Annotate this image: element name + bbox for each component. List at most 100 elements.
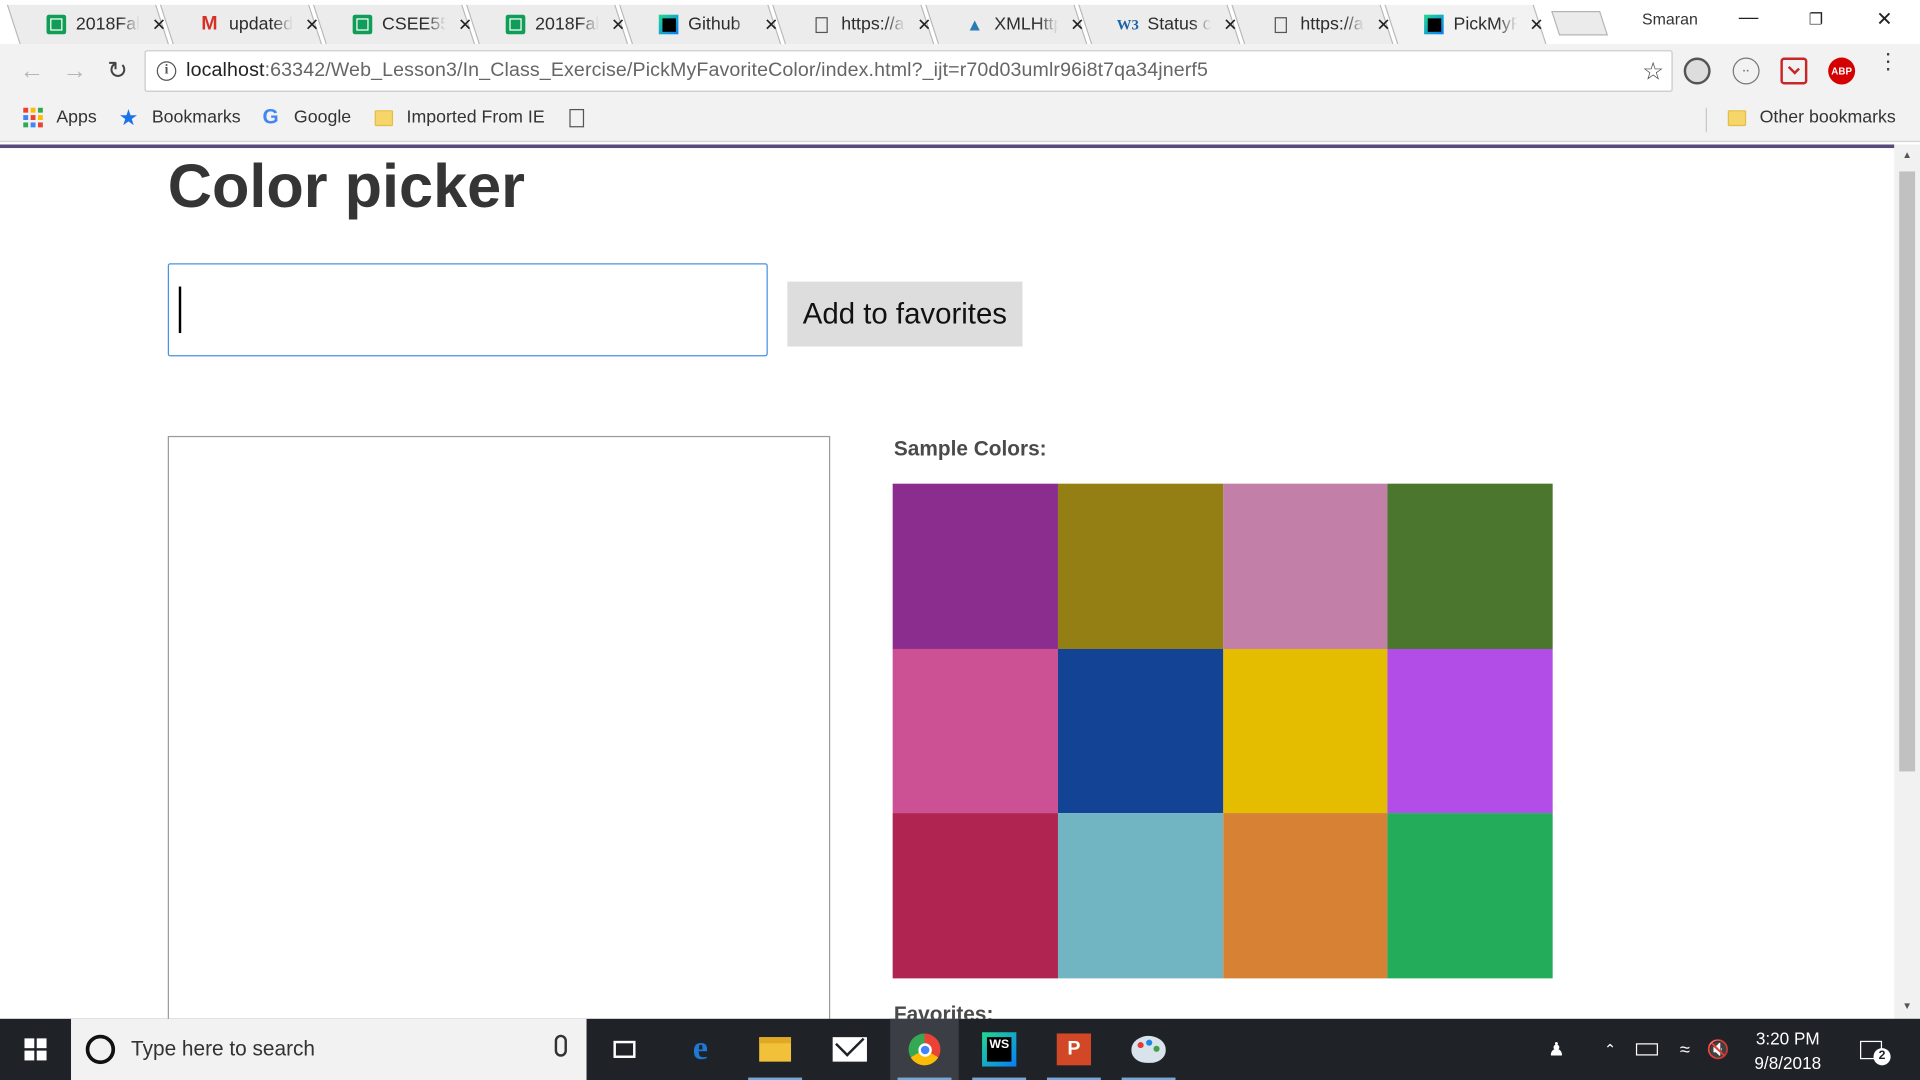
cortana-icon bbox=[85, 1034, 116, 1065]
reload-icon[interactable]: ↻ bbox=[103, 56, 132, 85]
back-icon[interactable]: ← bbox=[17, 56, 46, 85]
system-clock[interactable]: 3:20 PM 9/8/2018 bbox=[1739, 1026, 1837, 1075]
tab-title: 2018Fall bbox=[75, 14, 140, 35]
scroll-up-icon[interactable]: ▲ bbox=[1900, 149, 1913, 160]
color-swatch[interactable] bbox=[1057, 813, 1223, 979]
color-swatch[interactable] bbox=[892, 813, 1058, 979]
show-hidden-icons[interactable]: ⌃ bbox=[1598, 1019, 1622, 1080]
sample-colors-grid bbox=[892, 483, 1553, 979]
other-bookmarks[interactable]: Other bookmarks bbox=[1725, 107, 1896, 129]
minimize-icon[interactable]: — bbox=[1736, 7, 1760, 29]
color-swatch[interactable] bbox=[892, 483, 1058, 649]
volume-muted-icon[interactable]: 🔇 bbox=[1703, 1019, 1732, 1080]
tab-close-icon[interactable]: ✕ bbox=[1223, 14, 1237, 35]
sheets-icon bbox=[46, 14, 67, 35]
tab-close-icon[interactable]: ✕ bbox=[305, 14, 319, 35]
tab-title: PickMyF bbox=[1453, 14, 1518, 35]
mail-icon[interactable] bbox=[816, 1019, 885, 1080]
color-swatch[interactable] bbox=[1222, 483, 1388, 649]
bookmark-star-icon[interactable]: ☆ bbox=[1642, 56, 1664, 87]
browser-tab[interactable]: https://a ✕ bbox=[1244, 5, 1391, 44]
browser-tab[interactable]: 2018Fall ✕ bbox=[479, 5, 626, 44]
chrome-icon[interactable] bbox=[890, 1018, 959, 1080]
color-swatch[interactable] bbox=[1057, 483, 1223, 649]
paint-icon[interactable] bbox=[1114, 1019, 1183, 1080]
browser-tab[interactable]: 2018Fall ✕ bbox=[20, 5, 167, 44]
tab-close-icon[interactable]: ✕ bbox=[458, 14, 472, 35]
tab-close-icon[interactable]: ✕ bbox=[1376, 14, 1390, 35]
address-bar[interactable]: i localhost:63342/Web_Lesson3/In_Class_E… bbox=[144, 50, 1673, 92]
menu-icon[interactable]: ⋮ bbox=[1877, 50, 1899, 72]
color-swatch[interactable] bbox=[892, 648, 1058, 814]
browser-tab[interactable]: ▲ XMLHttp ✕ bbox=[938, 5, 1085, 44]
powerpoint-icon[interactable]: P bbox=[1040, 1019, 1109, 1080]
sheets-icon bbox=[505, 14, 526, 35]
windows-logo-icon bbox=[24, 1038, 47, 1061]
close-window-icon[interactable]: ✕ bbox=[1872, 7, 1896, 31]
bookmark-page[interactable] bbox=[566, 107, 600, 129]
tab-close-icon[interactable]: ✕ bbox=[917, 14, 931, 35]
people-icon[interactable]: ♟ bbox=[1540, 1019, 1572, 1080]
task-view-icon[interactable] bbox=[590, 1019, 659, 1080]
battery-icon[interactable] bbox=[1632, 1019, 1661, 1080]
bookmark-label: Bookmarks bbox=[151, 107, 241, 128]
taskbar-search[interactable]: Type here to search bbox=[71, 1018, 587, 1080]
browser-tab[interactable]: Mupdated ✕ bbox=[173, 5, 320, 44]
file-explorer-icon[interactable] bbox=[741, 1019, 810, 1080]
new-tab-button[interactable] bbox=[1551, 11, 1609, 36]
folder-icon bbox=[1725, 107, 1747, 129]
favorites-label: Favorites: bbox=[893, 1002, 994, 1019]
tab-close-icon[interactable]: ✕ bbox=[764, 14, 778, 35]
webstorm-icon bbox=[1424, 14, 1444, 35]
add-to-favorites-button[interactable]: Add to favorites bbox=[787, 281, 1023, 347]
info-icon[interactable]: i bbox=[156, 61, 177, 81]
bookmark-label: Apps bbox=[56, 107, 97, 128]
browser-tab[interactable]: CSEE5590 ✕ bbox=[326, 5, 473, 44]
page-icon bbox=[566, 107, 588, 129]
color-swatch[interactable] bbox=[1387, 813, 1553, 979]
browser-tab[interactable]: Github ✕ bbox=[632, 5, 779, 44]
clock-time: 3:20 PM bbox=[1755, 1028, 1820, 1049]
edge-icon[interactable]: e bbox=[666, 1019, 735, 1080]
wifi-icon[interactable]: ≈ bbox=[1670, 1019, 1699, 1080]
extension-circle-icon[interactable]: ·· bbox=[1732, 57, 1760, 85]
webstorm-icon[interactable]: WS bbox=[965, 1019, 1034, 1080]
bookmark-apps[interactable]: Apps bbox=[22, 107, 97, 129]
adblock-icon[interactable]: ABP bbox=[1828, 57, 1856, 85]
scroll-down-icon[interactable]: ▼ bbox=[1900, 1000, 1913, 1011]
page-scrollbar[interactable]: ▲ ▼ bbox=[1894, 144, 1920, 1019]
browser-tab[interactable]: W3 Status c ✕ bbox=[1091, 5, 1238, 44]
forward-icon[interactable]: → bbox=[60, 56, 89, 85]
color-swatch[interactable] bbox=[1387, 648, 1553, 814]
tab-close-icon[interactable]: ✕ bbox=[611, 14, 625, 35]
browser-tab[interactable]: PickMyF ✕ bbox=[1397, 5, 1544, 44]
start-button[interactable] bbox=[0, 1019, 71, 1080]
tab-title: XMLHttp bbox=[994, 14, 1058, 35]
bookmark-google[interactable]: G Google bbox=[260, 105, 352, 128]
color-swatch[interactable] bbox=[1387, 483, 1553, 649]
tab-title: updated bbox=[228, 14, 293, 35]
extension-globe-icon[interactable] bbox=[1683, 57, 1711, 85]
tab-title: 2018Fall bbox=[535, 14, 599, 35]
color-swatch[interactable] bbox=[1222, 813, 1388, 979]
tab-close-icon[interactable]: ✕ bbox=[1070, 14, 1084, 35]
color-input[interactable] bbox=[167, 263, 768, 357]
tab-close-icon[interactable]: ✕ bbox=[1529, 14, 1543, 35]
color-swatch[interactable] bbox=[1222, 648, 1388, 814]
tab-close-icon[interactable]: ✕ bbox=[152, 14, 166, 35]
url-text[interactable]: localhost:63342/Web_Lesson3/In_Class_Exe… bbox=[186, 60, 1208, 82]
profile-name[interactable]: Smaran bbox=[1642, 10, 1698, 28]
bookmark-imported-from-ie[interactable]: Imported From IE bbox=[372, 107, 545, 129]
microphone-icon[interactable] bbox=[554, 1034, 567, 1057]
notification-count: 2 bbox=[1873, 1048, 1891, 1066]
scroll-thumb[interactable] bbox=[1899, 171, 1916, 772]
tab-strip: 2018Fall✕Mupdated✕CSEE5590✕2018Fall✕Gith… bbox=[0, 0, 1920, 45]
tab-title: https://a bbox=[841, 14, 905, 35]
pocket-icon[interactable] bbox=[1780, 57, 1808, 85]
tab-title: Status c bbox=[1147, 14, 1212, 35]
color-swatch[interactable] bbox=[1057, 648, 1223, 814]
bookmark-bookmarks[interactable]: ★ Bookmarks bbox=[118, 105, 241, 129]
page-content: Color picker Add to favorites Sample Col… bbox=[0, 148, 1895, 1019]
restore-icon[interactable]: ❐ bbox=[1804, 10, 1828, 30]
browser-tab[interactable]: https://a ✕ bbox=[785, 5, 932, 44]
